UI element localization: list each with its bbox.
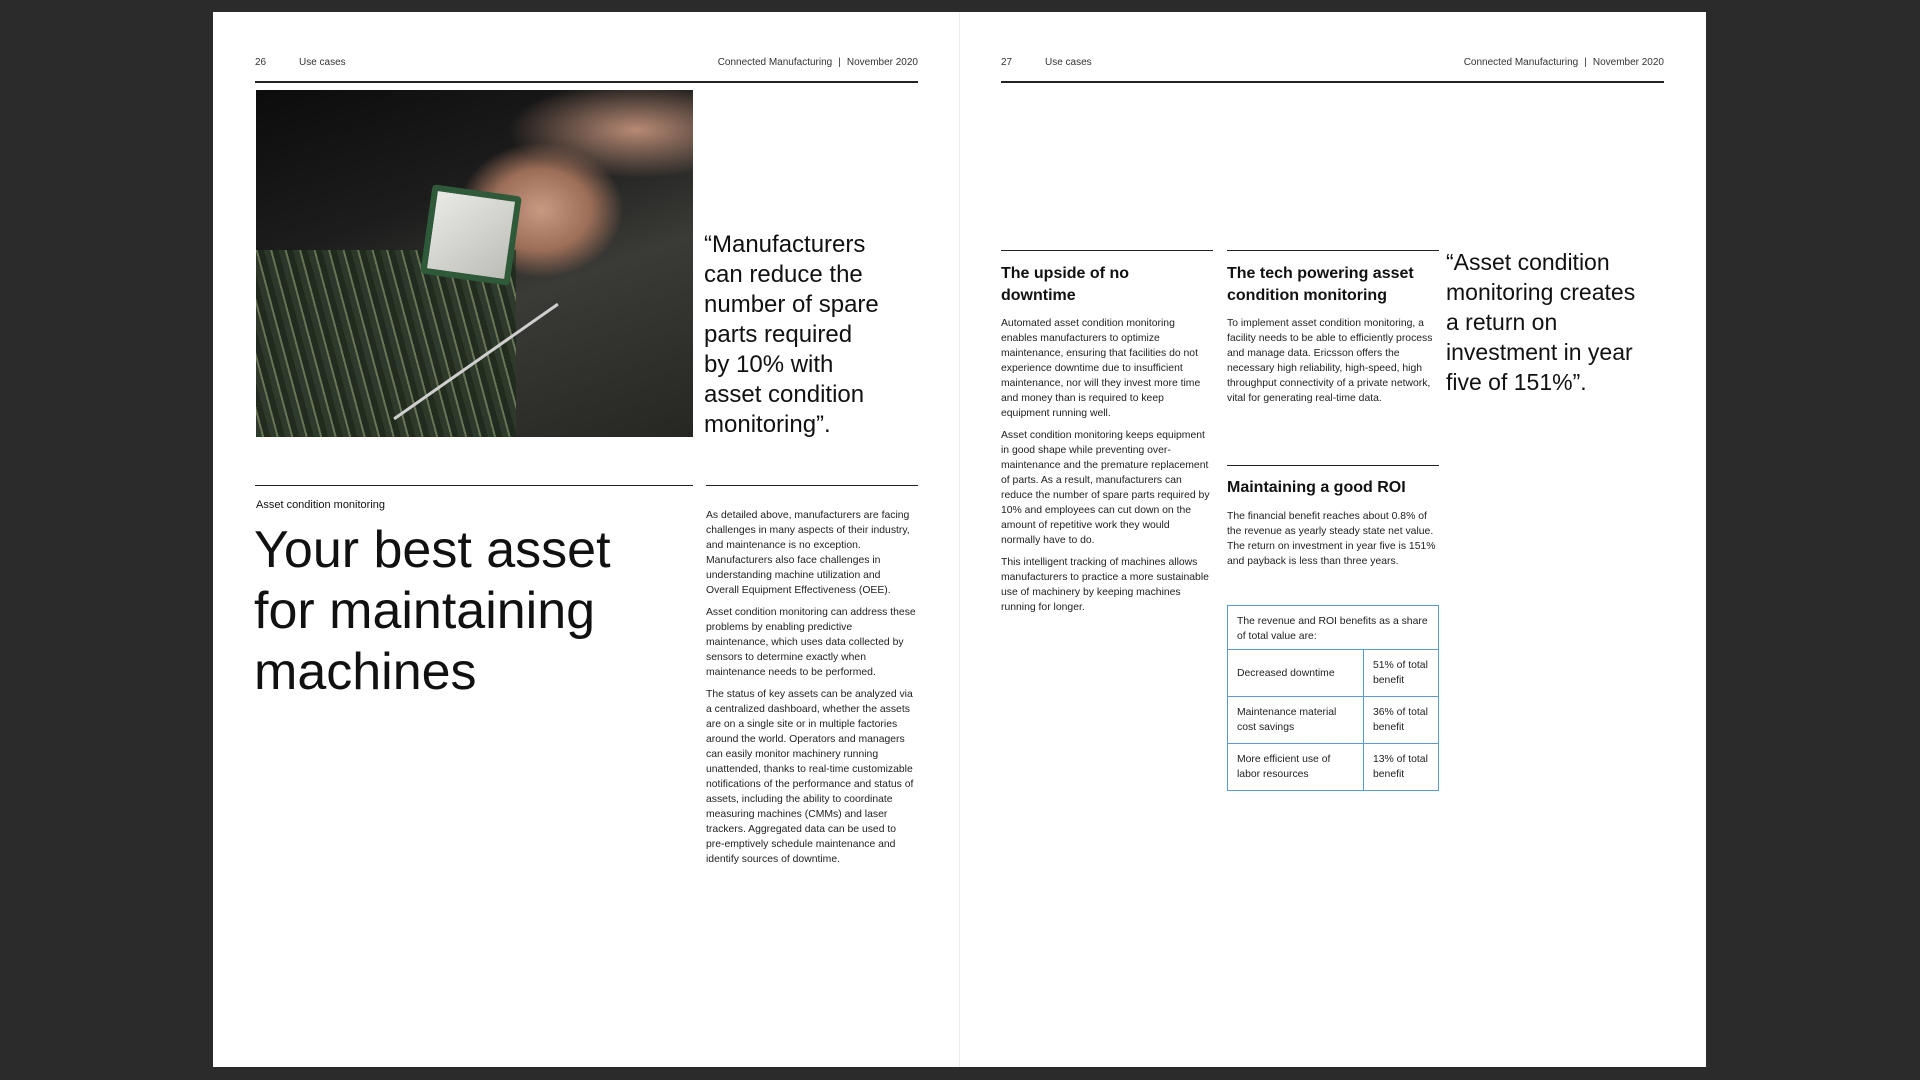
body-paragraph: Asset condition monitoring keeps equipme…	[1001, 430, 1210, 546]
header-separator: |	[1584, 57, 1587, 68]
publication-label: Connected Manufacturing | November 2020	[718, 57, 918, 68]
publication-date: November 2020	[1592, 57, 1664, 68]
section-divider	[255, 485, 693, 486]
page-number: 26	[255, 57, 267, 68]
table-row: Decreased downtime 51% of total benefit	[1227, 649, 1439, 697]
quote-line: five of 151%”.	[1446, 369, 1587, 395]
quote-line: parts required	[704, 321, 853, 348]
quote-line: can reduce the	[704, 261, 863, 288]
section-label: Use cases	[1045, 57, 1092, 68]
body-paragraph: The status of key assets can be analyzed…	[706, 689, 914, 865]
table-caption-row: The revenue and ROI benefits as a share …	[1227, 605, 1439, 650]
roi-body: The financial benefit reaches about 0.8%…	[1227, 509, 1437, 576]
headline-line: machines	[254, 643, 477, 701]
quote-line: investment in year	[1446, 339, 1633, 365]
document-spread: 26 Use cases Connected Manufacturing | Nov…	[213, 12, 1706, 1067]
table-row: More efficient use of labor resources 13…	[1227, 743, 1439, 791]
body-paragraph: The financial benefit reaches about 0.8%…	[1227, 511, 1436, 567]
benefit-label: More efficient use of labor resources	[1227, 743, 1364, 791]
pull-quote-left: “Manufacturers can reduce the number of …	[704, 230, 879, 440]
tech-body: To implement asset condition monitoring,…	[1227, 316, 1437, 413]
quote-line: monitoring”.	[704, 411, 831, 438]
quote-line: “Asset condition	[1446, 249, 1610, 275]
roi-benefits-table: The revenue and ROI benefits as a share …	[1227, 605, 1439, 791]
quote-line: by 10% with	[704, 351, 834, 378]
body-paragraph: Asset condition monitoring can address t…	[706, 607, 916, 678]
header-separator: |	[838, 57, 841, 68]
quote-line: a return on	[1446, 309, 1558, 335]
roi-heading: Maintaining a good ROI	[1227, 479, 1406, 496]
quote-line: asset condition	[704, 381, 865, 408]
article-kicker: Asset condition monitoring	[256, 499, 386, 511]
publication-label: Connected Manufacturing | November 2020	[1464, 57, 1664, 68]
body-paragraph: To implement asset condition monitoring,…	[1227, 318, 1433, 404]
benefit-value: 51% of total benefit	[1363, 649, 1439, 697]
table-caption: The revenue and ROI benefits as a share …	[1227, 605, 1439, 650]
page-number: 27	[1001, 57, 1013, 68]
column-divider	[1227, 465, 1439, 466]
column-divider	[1001, 250, 1213, 251]
quote-line: “Manufacturers	[704, 231, 866, 258]
publication-title: Connected Manufacturing	[717, 57, 833, 68]
downtime-body: Automated asset condition monitoring ena…	[1001, 316, 1211, 622]
section-divider	[706, 485, 918, 486]
column-divider	[1227, 250, 1439, 251]
tech-heading: The tech powering asset condition monito…	[1227, 265, 1414, 304]
benefit-value: 36% of total benefit	[1363, 696, 1439, 744]
body-paragraph: This intelligent tracking of machines al…	[1001, 557, 1209, 613]
right-page-header: 27 Use cases Connected Manufacturing | Nov…	[1001, 45, 1664, 83]
pull-quote-right: “Asset condition monitoring creates a re…	[1446, 247, 1646, 397]
processor-photo	[256, 90, 693, 437]
benefit-value: 13% of total benefit	[1363, 743, 1439, 791]
publication-title: Connected Manufacturing	[1463, 57, 1579, 68]
benefit-label: Decreased downtime	[1227, 649, 1364, 697]
left-body-column: As detailed above, manufacturers are fac…	[706, 508, 916, 874]
quote-line: monitoring creates	[1446, 279, 1636, 305]
downtime-heading: The upside of no downtime	[1001, 265, 1129, 304]
headline-line: Your best asset	[254, 521, 611, 579]
quote-line: number of spare	[704, 291, 879, 318]
article-headline: Your best asset for maintaining machines	[254, 520, 634, 703]
page-gutter	[959, 12, 960, 1067]
photo-cpu-chip	[420, 184, 522, 286]
table-row: Maintenance material cost savings 36% of…	[1227, 696, 1439, 744]
benefit-label: Maintenance material cost savings	[1227, 696, 1364, 744]
left-page-header: 26 Use cases Connected Manufacturing | Nov…	[255, 45, 918, 83]
body-paragraph: As detailed above, manufacturers are fac…	[706, 510, 910, 596]
body-paragraph: Automated asset condition monitoring ena…	[1001, 318, 1201, 419]
headline-line: for maintaining	[254, 582, 596, 640]
section-label: Use cases	[299, 57, 346, 68]
publication-date: November 2020	[846, 57, 918, 68]
